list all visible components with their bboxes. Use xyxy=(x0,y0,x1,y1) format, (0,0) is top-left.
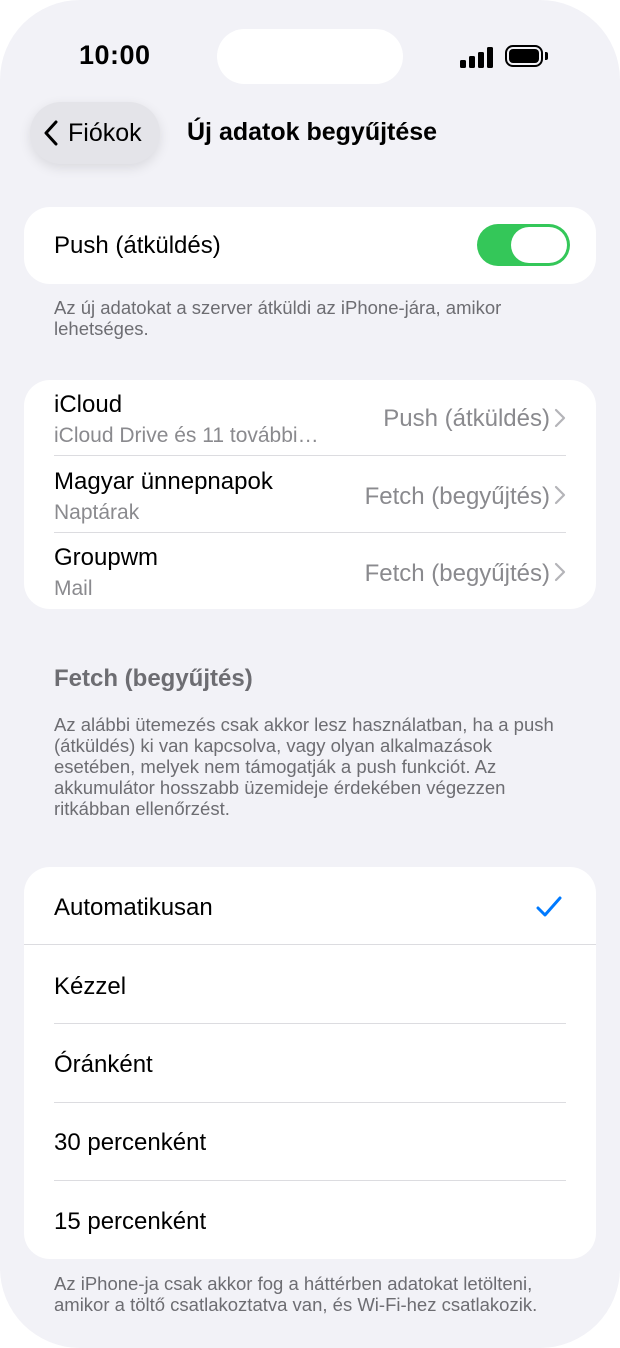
row-divider xyxy=(54,455,566,456)
page-title: Új adatok begyűjtése xyxy=(187,118,438,146)
row-divider xyxy=(54,1102,566,1103)
option-label: Kézzel xyxy=(54,973,127,1000)
account-value: Push (átküldés) xyxy=(383,405,550,432)
account-detail: iCloud Drive és 11 további… xyxy=(54,424,319,447)
fetch-section-title: Fetch (begyűjtés) xyxy=(54,665,253,692)
accounts-card: iCloud iCloud Drive és 11 további… Push … xyxy=(24,380,596,609)
status-time: 10:00 xyxy=(79,40,151,70)
battery-tip xyxy=(545,52,548,60)
signal-icon xyxy=(460,46,494,68)
account-name: Magyar ünnepnapok xyxy=(54,468,273,495)
option-label: Óránként xyxy=(54,1051,153,1078)
row-divider xyxy=(54,1180,566,1181)
account-detail: Mail xyxy=(54,577,93,600)
account-detail: Naptárak xyxy=(54,501,140,524)
chevron-right-icon xyxy=(554,485,566,505)
push-card: Push (átküldés) xyxy=(24,207,596,284)
account-value: Fetch (begyűjtés) xyxy=(364,560,550,587)
battery-icon xyxy=(505,45,543,67)
push-label: Push (átküldés) xyxy=(54,232,221,259)
row-divider xyxy=(54,1023,566,1024)
account-name: iCloud xyxy=(54,391,123,418)
option-label: 30 percenként xyxy=(54,1129,207,1156)
checkmark-icon xyxy=(536,896,562,917)
row-divider xyxy=(24,944,596,945)
push-footnote: Az új adatokat a szerver átküldi az iPho… xyxy=(54,297,502,339)
chevron-right-icon xyxy=(554,562,566,582)
chevron-right-icon xyxy=(554,408,566,428)
phone-screen: 10:00 Fiókok Új adatok begyűjtése Push (… xyxy=(0,0,620,1348)
option-label: Automatikusan xyxy=(54,894,213,921)
account-name: Groupwm xyxy=(54,544,159,571)
chevron-left-icon xyxy=(44,120,58,146)
fetch-footnote: Az iPhone-ja csak akkor fog a háttérben … xyxy=(54,1273,538,1315)
back-button[interactable]: Fiókok xyxy=(30,102,160,164)
option-label: 15 percenként xyxy=(54,1208,207,1235)
push-toggle[interactable] xyxy=(477,224,570,266)
toggle-knob xyxy=(511,227,567,263)
fetch-description: Az alábbi ütemezés csak akkor lesz haszn… xyxy=(54,714,554,819)
dynamic-island xyxy=(217,29,403,84)
back-button-label: Fiókok xyxy=(68,118,142,147)
row-divider xyxy=(54,532,566,533)
account-value: Fetch (begyűjtés) xyxy=(364,483,550,510)
fetch-options-card: Automatikusan Kézzel Óránként 30 percenk… xyxy=(24,867,596,1259)
